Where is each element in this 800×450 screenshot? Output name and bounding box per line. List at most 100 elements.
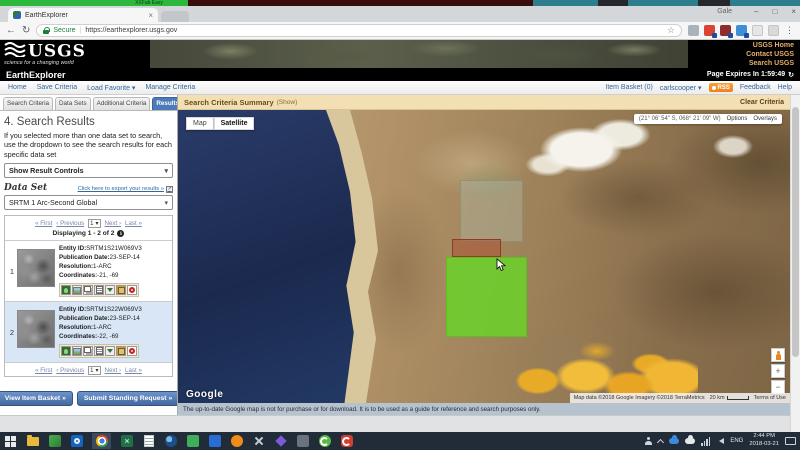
- extension-icon[interactable]: [720, 25, 731, 36]
- google-earth-icon[interactable]: [164, 435, 177, 448]
- browser-profile-name[interactable]: Gale: [717, 8, 732, 15]
- taskbar-app-icon[interactable]: [48, 435, 61, 448]
- compare-browse-icon[interactable]: [83, 285, 93, 295]
- search-usgs-link[interactable]: Search USGS: [746, 60, 794, 69]
- bookmark-star-icon[interactable]: ☆: [667, 25, 675, 36]
- tab-close-icon[interactable]: ×: [148, 11, 153, 20]
- zoom-in-button[interactable]: +: [771, 364, 785, 378]
- new-tab-button[interactable]: [161, 11, 189, 22]
- usgs-home-link[interactable]: USGS Home: [746, 42, 794, 51]
- chrome-icon-active[interactable]: [92, 433, 111, 449]
- taskbar-app-icon[interactable]: [208, 435, 221, 448]
- extension-icon[interactable]: [704, 25, 715, 36]
- map-options-link[interactable]: Options: [727, 116, 748, 122]
- result-thumbnail[interactable]: [17, 249, 55, 287]
- clear-criteria-link[interactable]: Clear Criteria: [740, 99, 784, 106]
- clock[interactable]: 2:44 PM 2018-03-21: [749, 433, 779, 448]
- network-icon[interactable]: [701, 437, 710, 446]
- result-thumbnail[interactable]: [17, 310, 55, 348]
- session-refresh-icon[interactable]: ↻: [788, 71, 794, 79]
- pagination-next[interactable]: Next ›: [105, 220, 122, 227]
- show-browse-overlay-icon[interactable]: [72, 346, 82, 356]
- export-results-link[interactable]: Click here to export your results » ↗: [78, 186, 173, 193]
- tab-additional-criteria[interactable]: Additional Criteria: [93, 97, 151, 110]
- rss-badge[interactable]: RSS: [709, 83, 733, 92]
- pagination-first[interactable]: « First: [35, 367, 52, 374]
- browser-tab[interactable]: EarthExplorer ×: [8, 8, 158, 22]
- file-explorer-icon[interactable]: [26, 435, 39, 448]
- scene-footprint-selected[interactable]: [446, 257, 527, 337]
- pagination-first[interactable]: « First: [35, 220, 52, 227]
- google-logo[interactable]: Google: [186, 389, 223, 400]
- submit-standing-request-button[interactable]: Submit Standing Request »: [77, 391, 177, 406]
- cloud-sync-icon[interactable]: [685, 438, 695, 444]
- download-options-icon[interactable]: [105, 285, 115, 295]
- tab-search-criteria[interactable]: Search Criteria: [3, 97, 53, 110]
- menu-manage-criteria[interactable]: Manage Criteria: [145, 84, 195, 91]
- result-row[interactable]: 2 Entity ID:SRTM1S22W069V3 Publication D…: [5, 301, 172, 362]
- user-menu[interactable]: carlscooper ▾: [660, 84, 702, 92]
- dataset-select[interactable]: SRTM 1 Arc-Second Global ▾: [4, 195, 173, 210]
- satellite-view-button[interactable]: Satellite: [214, 117, 255, 130]
- map-canvas[interactable]: Map Satellite (21° 06' 54" S, 068° 21' 0…: [178, 110, 790, 403]
- order-scene-icon[interactable]: [116, 285, 126, 295]
- scrollbar-thumb[interactable]: [792, 107, 799, 357]
- show-footprint-icon[interactable]: [61, 285, 71, 295]
- onedrive-icon[interactable]: [669, 438, 679, 444]
- url-input[interactable]: Secure | https://earthexplorer.usgs.gov …: [36, 24, 682, 37]
- refresh-icon[interactable]: ↻: [22, 26, 30, 36]
- notepad-icon[interactable]: [142, 435, 155, 448]
- page-select[interactable]: 1▾: [88, 219, 100, 228]
- pagination-last[interactable]: Last »: [125, 220, 142, 227]
- camtasia-icon[interactable]: [318, 435, 331, 448]
- taskbar-app-icon[interactable]: [296, 435, 309, 448]
- show-browse-overlay-icon[interactable]: [72, 285, 82, 295]
- exclude-scene-icon[interactable]: [127, 285, 137, 295]
- language-indicator[interactable]: ENG: [730, 438, 743, 444]
- page-select[interactable]: 1▾: [88, 366, 100, 375]
- menu-home[interactable]: Home: [8, 84, 27, 91]
- window-maximize-button[interactable]: □: [772, 7, 777, 16]
- feedback-link[interactable]: Feedback: [740, 84, 771, 91]
- zoom-out-button[interactable]: −: [771, 380, 785, 394]
- map-view-button[interactable]: Map: [186, 117, 214, 130]
- taskbar-app-icon[interactable]: [252, 435, 265, 448]
- view-item-basket-button[interactable]: View Item Basket »: [0, 391, 73, 406]
- usgs-logo[interactable]: USGS science for a changing world: [4, 41, 86, 66]
- pagination-previous[interactable]: ‹ Previous: [56, 220, 84, 227]
- extension-icon[interactable]: [768, 25, 779, 36]
- item-basket-link[interactable]: Item Basket (0): [605, 84, 652, 91]
- extension-icon[interactable]: [752, 25, 763, 36]
- download-options-icon[interactable]: [105, 346, 115, 356]
- tab-results[interactable]: Results: [152, 97, 178, 110]
- contact-usgs-link[interactable]: Contact USGS: [746, 51, 794, 60]
- extension-icon[interactable]: [688, 25, 699, 36]
- menu-save-criteria[interactable]: Save Criteria: [37, 84, 77, 91]
- show-metadata-icon[interactable]: [94, 285, 104, 295]
- taskbar-app-icon[interactable]: [230, 435, 243, 448]
- exclude-scene-icon[interactable]: [127, 346, 137, 356]
- tray-expand-icon[interactable]: [657, 439, 664, 446]
- order-scene-icon[interactable]: [116, 346, 126, 356]
- browser-menu-icon[interactable]: ⋮: [785, 25, 794, 36]
- back-icon[interactable]: ←: [6, 26, 16, 36]
- page-scrollbar[interactable]: [790, 95, 800, 432]
- pagination-previous[interactable]: ‹ Previous: [56, 367, 84, 374]
- map-overlays-link[interactable]: Overlays: [753, 116, 777, 122]
- summary-show-link[interactable]: (Show): [277, 99, 298, 106]
- excel-icon[interactable]: [120, 435, 133, 448]
- window-close-button[interactable]: ×: [791, 7, 796, 16]
- tab-data-sets[interactable]: Data Sets: [55, 97, 91, 110]
- scene-footprint-faded[interactable]: [460, 180, 523, 242]
- compare-browse-icon[interactable]: [83, 346, 93, 356]
- touch-keyboard-icon[interactable]: [785, 437, 796, 445]
- taskbar-app-icon[interactable]: [186, 435, 199, 448]
- scene-footprint-red[interactable]: [452, 239, 501, 257]
- info-icon[interactable]: i: [117, 230, 124, 237]
- pagination-last[interactable]: Last »: [125, 367, 142, 374]
- people-tray-icon[interactable]: [645, 437, 652, 445]
- result-row[interactable]: 1 Entity ID:SRTM1S21W069V3 Publication D…: [5, 240, 172, 301]
- window-minimize-button[interactable]: –: [754, 7, 758, 16]
- start-button[interactable]: [4, 435, 17, 448]
- outlook-icon[interactable]: [70, 435, 83, 448]
